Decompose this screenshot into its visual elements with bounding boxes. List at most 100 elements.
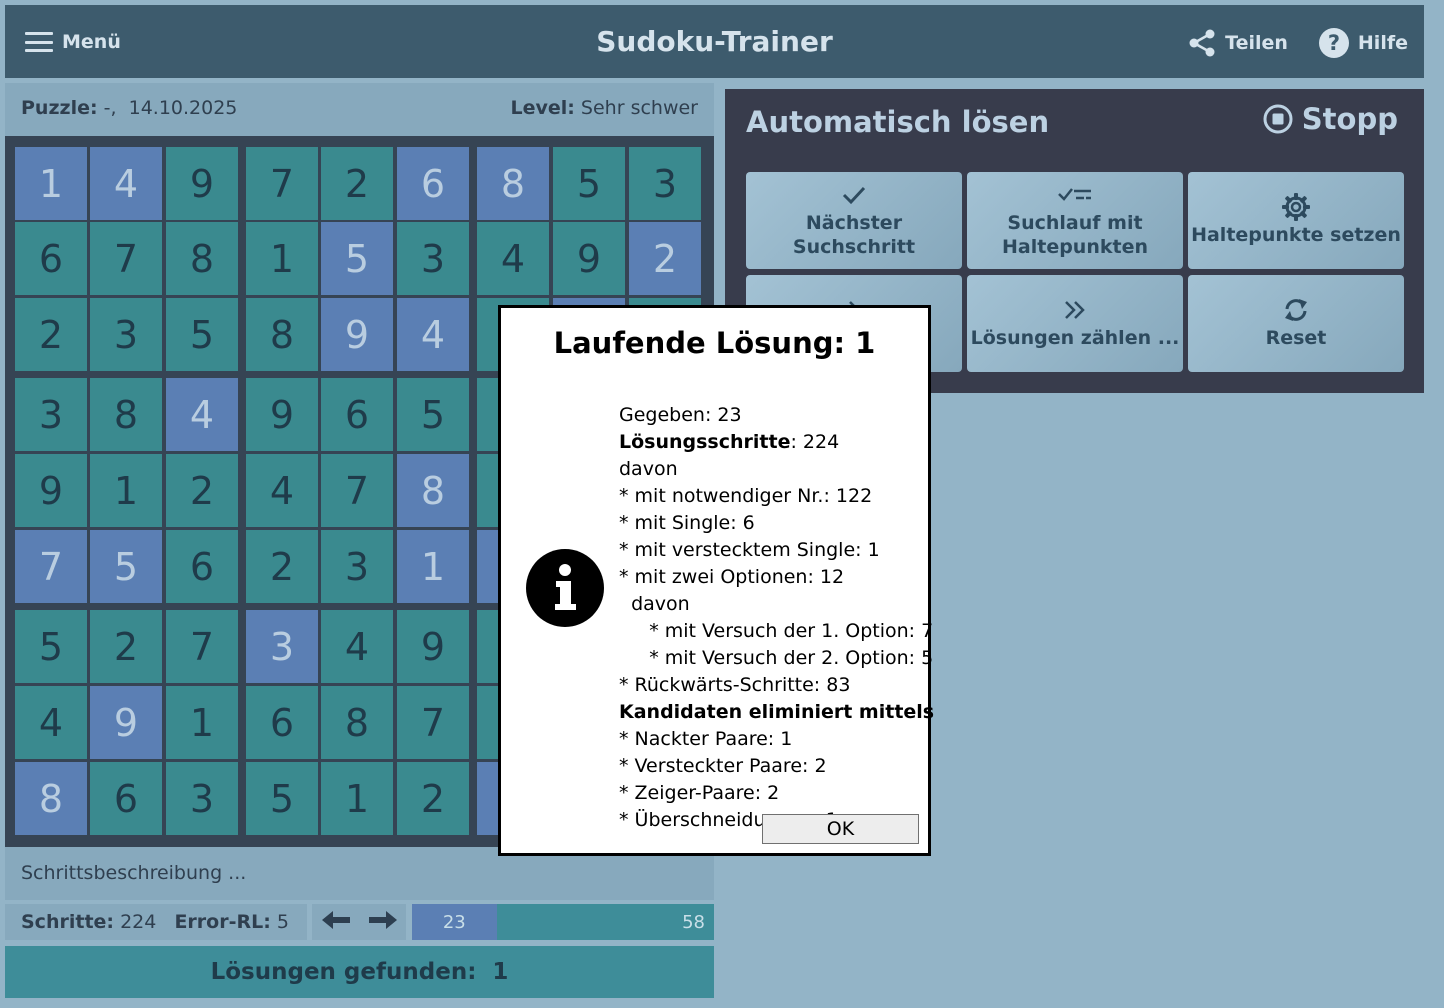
sudoku-cell[interactable]: 3 [397, 222, 469, 295]
arrow-left-icon [321, 911, 350, 929]
back-arrow-button[interactable] [321, 911, 350, 933]
sudoku-cell[interactable]: 9 [166, 147, 238, 220]
sudoku-cell[interactable]: 1 [90, 454, 162, 527]
puzzle-label: Puzzle: [21, 97, 98, 119]
sudoku-cell[interactable]: 2 [246, 530, 318, 603]
sudoku-cell[interactable]: 8 [397, 454, 469, 527]
sudoku-cell[interactable]: 5 [15, 610, 87, 683]
dialog-line: * Zeiger-Paare: 2 [619, 782, 780, 804]
sudoku-cell[interactable]: 3 [629, 147, 701, 220]
count-solutions-button[interactable]: Lösungen zählen ... [967, 275, 1183, 372]
stop-icon [1263, 104, 1293, 134]
dialog-line: * mit Versuch der 1. Option: 7 [619, 620, 934, 642]
sudoku-cell[interactable]: 4 [15, 686, 87, 759]
sudoku-cell[interactable]: 2 [397, 762, 469, 835]
refresh-icon [1285, 298, 1307, 321]
sudoku-cell[interactable]: 2 [629, 222, 701, 295]
sudoku-cell[interactable]: 2 [166, 454, 238, 527]
sudoku-cell[interactable]: 6 [321, 378, 393, 451]
sudoku-cell[interactable]: 2 [90, 610, 162, 683]
forward-arrow-button[interactable] [368, 911, 397, 933]
sudoku-cell[interactable]: 1 [321, 762, 393, 835]
search-breakpoints-button[interactable]: Suchlauf mit Haltepunkten [967, 172, 1183, 269]
sudoku-cell[interactable]: 8 [477, 147, 549, 220]
eliminated-heading: Kandidaten eliminiert mittels [619, 701, 935, 723]
dialog-line: * Rückwärts-Schritte: 83 [619, 674, 851, 696]
sudoku-cell[interactable]: 4 [90, 147, 162, 220]
sudoku-cell[interactable]: 3 [321, 530, 393, 603]
sudoku-cell[interactable]: 8 [246, 298, 318, 371]
sudoku-cell[interactable]: 6 [15, 222, 87, 295]
svg-text:?: ? [1328, 31, 1340, 55]
sudoku-cell[interactable]: 9 [397, 610, 469, 683]
sudoku-cell[interactable]: 4 [397, 298, 469, 371]
sudoku-cell[interactable]: 6 [397, 147, 469, 220]
set-breakpoints-button[interactable]: Haltepunkte setzen [1188, 172, 1404, 269]
sudoku-cell[interactable]: 1 [397, 530, 469, 603]
sudoku-cell[interactable]: 9 [90, 686, 162, 759]
sudoku-cell[interactable]: 3 [246, 610, 318, 683]
dialog-line: * Nackter Paare: 1 [619, 728, 793, 750]
dialog-message: Gegeben: 23 Lösungsschritte: 224 davon *… [619, 375, 934, 834]
sudoku-cell[interactable]: 6 [166, 530, 238, 603]
sudoku-cell[interactable]: 5 [321, 222, 393, 295]
sudoku-cell[interactable]: 9 [321, 298, 393, 371]
sudoku-cell[interactable]: 7 [321, 454, 393, 527]
gear-icon [1282, 192, 1310, 221]
sudoku-cell[interactable]: 3 [166, 762, 238, 835]
sudoku-cell[interactable]: 1 [166, 686, 238, 759]
sudoku-cell[interactable]: 5 [397, 378, 469, 451]
sudoku-cell[interactable]: 1 [15, 147, 87, 220]
sudoku-cell[interactable]: 6 [246, 686, 318, 759]
level-value: Sehr schwer [580, 97, 698, 119]
sudoku-cell[interactable]: 7 [397, 686, 469, 759]
sudoku-cell[interactable]: 7 [246, 147, 318, 220]
sudoku-cell[interactable]: 7 [166, 610, 238, 683]
sudoku-cell[interactable]: 8 [15, 762, 87, 835]
sudoku-cell[interactable]: 5 [246, 762, 318, 835]
share-button[interactable]: Teilen [1187, 28, 1288, 58]
dialog-line: * mit verstecktem Single: 1 [619, 539, 880, 561]
step-progress-bar: 23 58 [412, 904, 714, 940]
given-line: Gegeben: 23 [619, 404, 742, 426]
sudoku-cell[interactable]: 8 [166, 222, 238, 295]
solution-dialog: Laufende Lösung: 1 Gegeben: 23 Lösungssc… [498, 305, 934, 856]
search-breakpoints-label: Suchlauf mit Haltepunkten [1002, 211, 1148, 258]
reset-label: Reset [1265, 326, 1327, 349]
sudoku-cell[interactable]: 5 [90, 530, 162, 603]
sudoku-cell[interactable]: 3 [15, 378, 87, 451]
progress-fill: 23 [412, 904, 497, 940]
sudoku-cell[interactable]: 4 [321, 610, 393, 683]
sudoku-cell[interactable]: 3 [90, 298, 162, 371]
sudoku-cell[interactable]: 1 [246, 222, 318, 295]
stop-label: Stopp [1301, 102, 1398, 136]
next-step-button[interactable]: Nächster Suchschritt [746, 172, 962, 269]
sudoku-cell[interactable]: 5 [166, 298, 238, 371]
ok-button[interactable]: OK [762, 814, 919, 844]
sudoku-cell[interactable]: 5 [553, 147, 625, 220]
stop-button[interactable]: Stopp [1262, 102, 1398, 136]
double-chevron-right-icon [1065, 300, 1085, 319]
solution-steps-label: Lösungsschritte [619, 431, 791, 453]
sudoku-cell[interactable]: 8 [90, 378, 162, 451]
sudoku-cell[interactable]: 2 [15, 298, 87, 371]
help-button[interactable]: ? Hilfe [1318, 27, 1408, 59]
sudoku-cell[interactable]: 4 [246, 454, 318, 527]
sudoku-cell[interactable]: 4 [166, 378, 238, 451]
dialog-line: davon [619, 593, 690, 615]
count-solutions-label: Lösungen zählen ... [970, 326, 1180, 349]
sudoku-cell[interactable]: 9 [15, 454, 87, 527]
sudoku-cell[interactable]: 8 [321, 686, 393, 759]
sudoku-cell[interactable]: 6 [90, 762, 162, 835]
sudoku-cell[interactable]: 9 [246, 378, 318, 451]
sudoku-cell[interactable]: 9 [553, 222, 625, 295]
sudoku-cell[interactable]: 7 [15, 530, 87, 603]
sudoku-cell[interactable]: 4 [477, 222, 549, 295]
progress-total: 58 [682, 912, 705, 933]
set-breakpoints-label: Haltepunkte setzen [1191, 223, 1401, 246]
sudoku-cell[interactable]: 7 [90, 222, 162, 295]
error-rl-label: Error-RL: [174, 911, 271, 933]
puzzle-info-bar: Puzzle: -, 14.10.2025 Level: Sehr schwer [5, 83, 714, 136]
sudoku-cell[interactable]: 2 [321, 147, 393, 220]
reset-button[interactable]: Reset [1188, 275, 1404, 372]
